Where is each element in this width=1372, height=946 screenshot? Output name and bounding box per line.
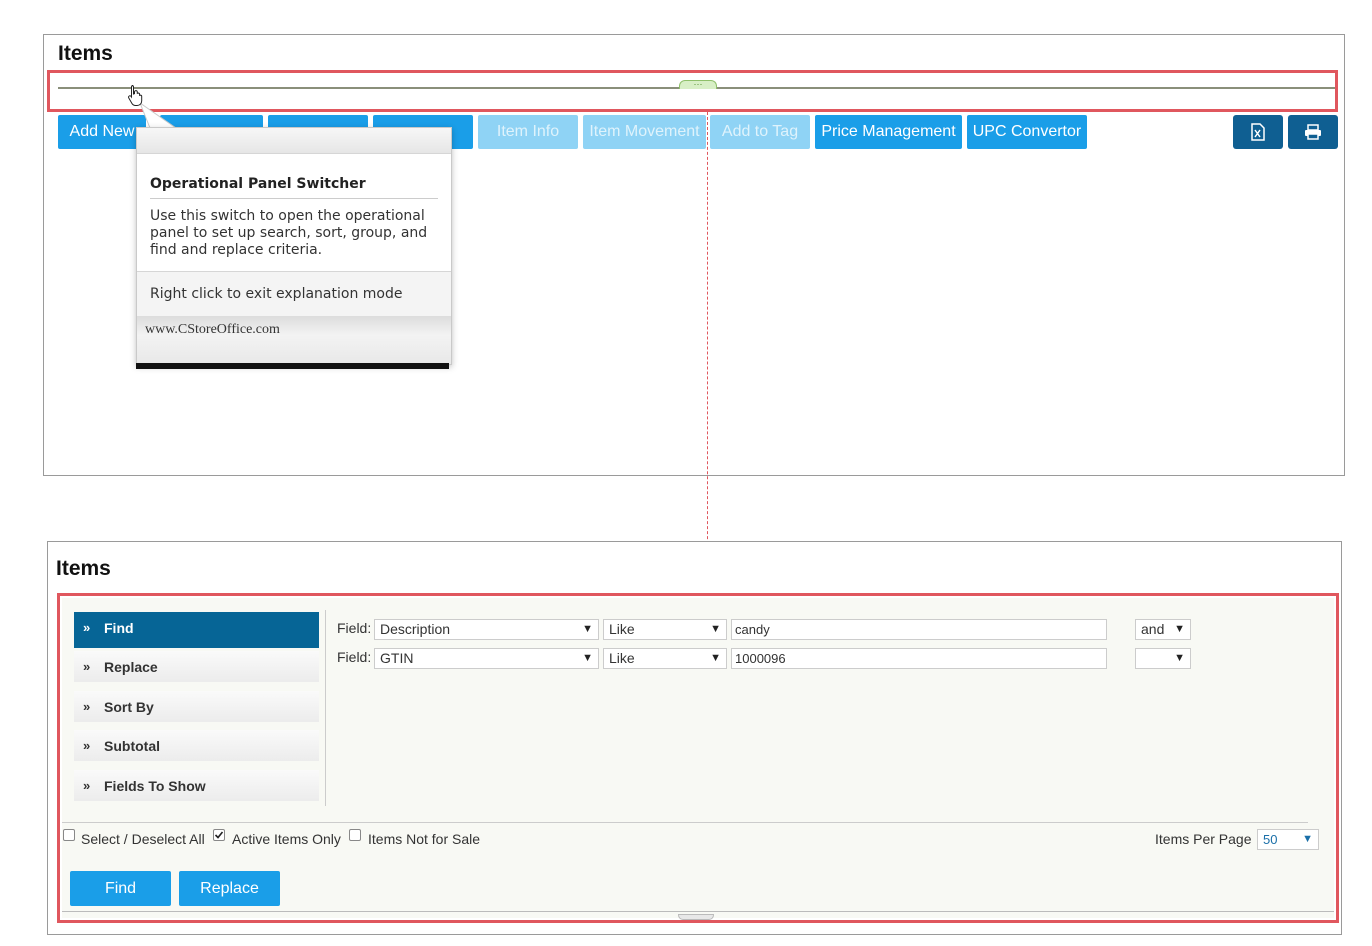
- upc-convertor-button[interactable]: UPC Convertor: [967, 115, 1087, 149]
- price-management-button[interactable]: Price Management: [815, 115, 962, 149]
- connector-line: [707, 112, 708, 584]
- tooltip-header: [137, 128, 451, 154]
- explanation-tooltip: Operational Panel Switcher Use this swit…: [136, 127, 452, 365]
- highlight-switcher: [47, 70, 1338, 112]
- print-button[interactable]: [1288, 115, 1338, 149]
- highlight-operational-panel: [57, 593, 1339, 923]
- tooltip-hint-text: Right click to exit explanation mode: [150, 286, 403, 302]
- tooltip-divider: [150, 198, 438, 199]
- page-title: Items: [58, 42, 113, 65]
- tooltip-hint: Right click to exit explanation mode: [137, 271, 451, 316]
- print-icon: [1305, 124, 1321, 140]
- tooltip-footer: www.CStoreOffice.com: [137, 316, 451, 364]
- tooltip-footer-text: www.CStoreOffice.com: [145, 322, 280, 337]
- add-to-tag-button[interactable]: Add to Tag: [710, 115, 810, 149]
- page-title-expanded: Items: [56, 557, 111, 580]
- tooltip-title: Operational Panel Switcher: [150, 176, 366, 192]
- add-new-button[interactable]: Add New: [58, 115, 146, 149]
- tooltip-pointer: [139, 103, 178, 129]
- excel-icon: [1251, 123, 1265, 141]
- item-info-button[interactable]: Item Info: [478, 115, 578, 149]
- export-excel-button[interactable]: [1233, 115, 1283, 149]
- hand-cursor-icon: [128, 85, 143, 106]
- tooltip-body: Use this switch to open the operational …: [150, 208, 428, 258]
- tooltip-bottom-bar: [136, 363, 449, 369]
- item-movement-button[interactable]: Item Movement: [583, 115, 706, 149]
